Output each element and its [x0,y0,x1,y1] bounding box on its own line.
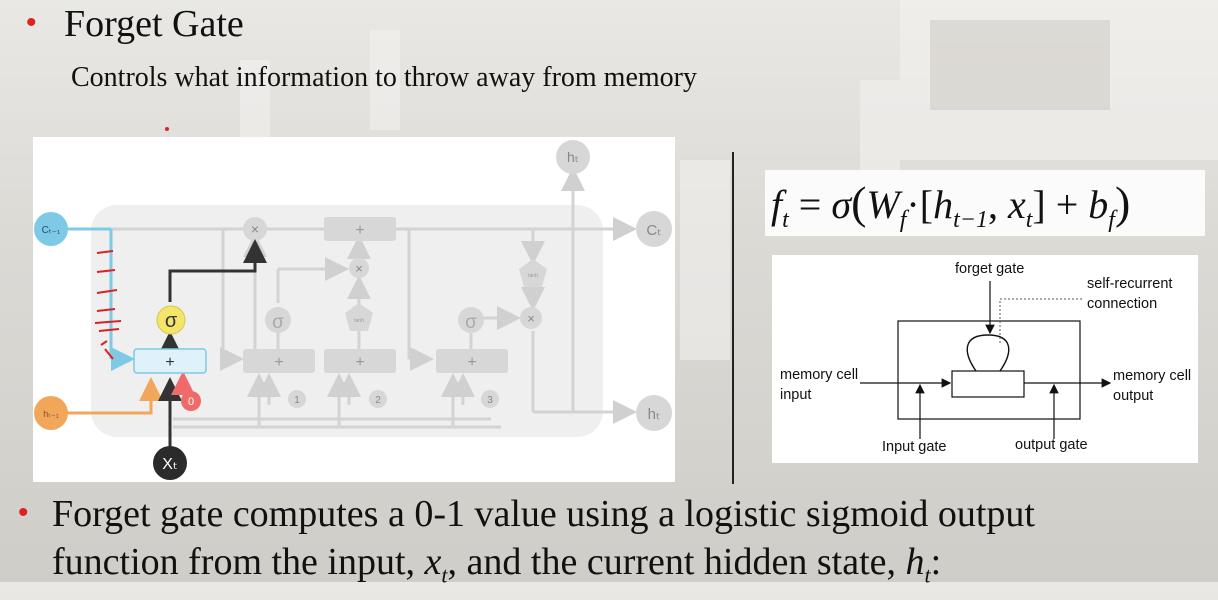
c-t-label: Cₜ [646,222,661,239]
h-t-top-label: hₜ [567,149,579,165]
candidate-tanh-label: tanh [354,318,364,324]
cell-state-sum-label: + [355,222,364,239]
background-shadow [930,20,1110,110]
forget-multiply-label: × [251,221,259,237]
memory-cell-box [951,370,1025,398]
input-sigma-label: σ [272,312,284,333]
forget-sigma-label: σ [165,310,178,332]
self-recurrent-label: self-recurrent connection [1087,276,1173,312]
bottom-line-1: Forget gate computes a 0-1 value using a… [52,493,1035,535]
background-highlight [680,160,730,360]
bottom-description: Forget gate computes a 0-1 value using a… [52,490,1035,600]
forget-bias-label: 0 [188,396,194,408]
c-prev-label: Cₜ₋₁ [42,225,61,236]
output-gate-label: output gate [1015,437,1088,453]
bottom-bullet: • [18,496,29,529]
stray-dot [165,127,169,131]
bottom-line-2: function from the input, xt, and the cur… [52,541,942,588]
x-t-label: Xₜ [162,456,177,473]
slide-subtitle: Controls what information to throw away … [71,62,697,93]
bias-label-3: 3 [487,395,493,406]
output-sum-label: + [467,354,476,371]
output-tanh-label: tanh [528,273,538,279]
h-prev-label: hₜ₋₁ [43,409,58,419]
self-recurrent-loop [966,334,1010,372]
input-sum-label: + [274,354,283,371]
cell-input-label: memory cell input [780,367,859,403]
h-t-right-label: hₜ [648,406,661,423]
slide-title: Forget Gate [64,3,244,45]
output-sigma-label: σ [465,312,477,333]
memory-cell-diagram: forget gate self-recurrent connection me… [772,255,1198,463]
output-multiply-label: × [527,311,535,326]
panel-divider [732,152,734,484]
cell-output-label: memory cell output [1113,368,1192,404]
background-highlight [860,80,900,170]
lstm-diagram: Cₜ₋₁ hₜ₋₁ Xₜ Cₜ hₜ hₜ σ σ σ tanh tanh + … [33,137,675,482]
title-bullet: • [26,6,37,39]
forget-gate-equation: ft = σ(Wf·[ht−1, xt] + bf) [765,170,1205,236]
input-gate-label: Input gate [882,439,947,455]
input-multiply-label: × [355,261,363,276]
candidate-sum-label: + [355,354,364,371]
forget-gate-label: forget gate [955,261,1025,277]
bias-label-1: 1 [294,395,300,406]
forget-sum-label: + [165,354,174,371]
bias-label-2: 2 [375,395,381,406]
lstm-diagram-svg: Cₜ₋₁ hₜ₋₁ Xₜ Cₜ hₜ hₜ σ σ σ tanh tanh + … [34,140,672,480]
